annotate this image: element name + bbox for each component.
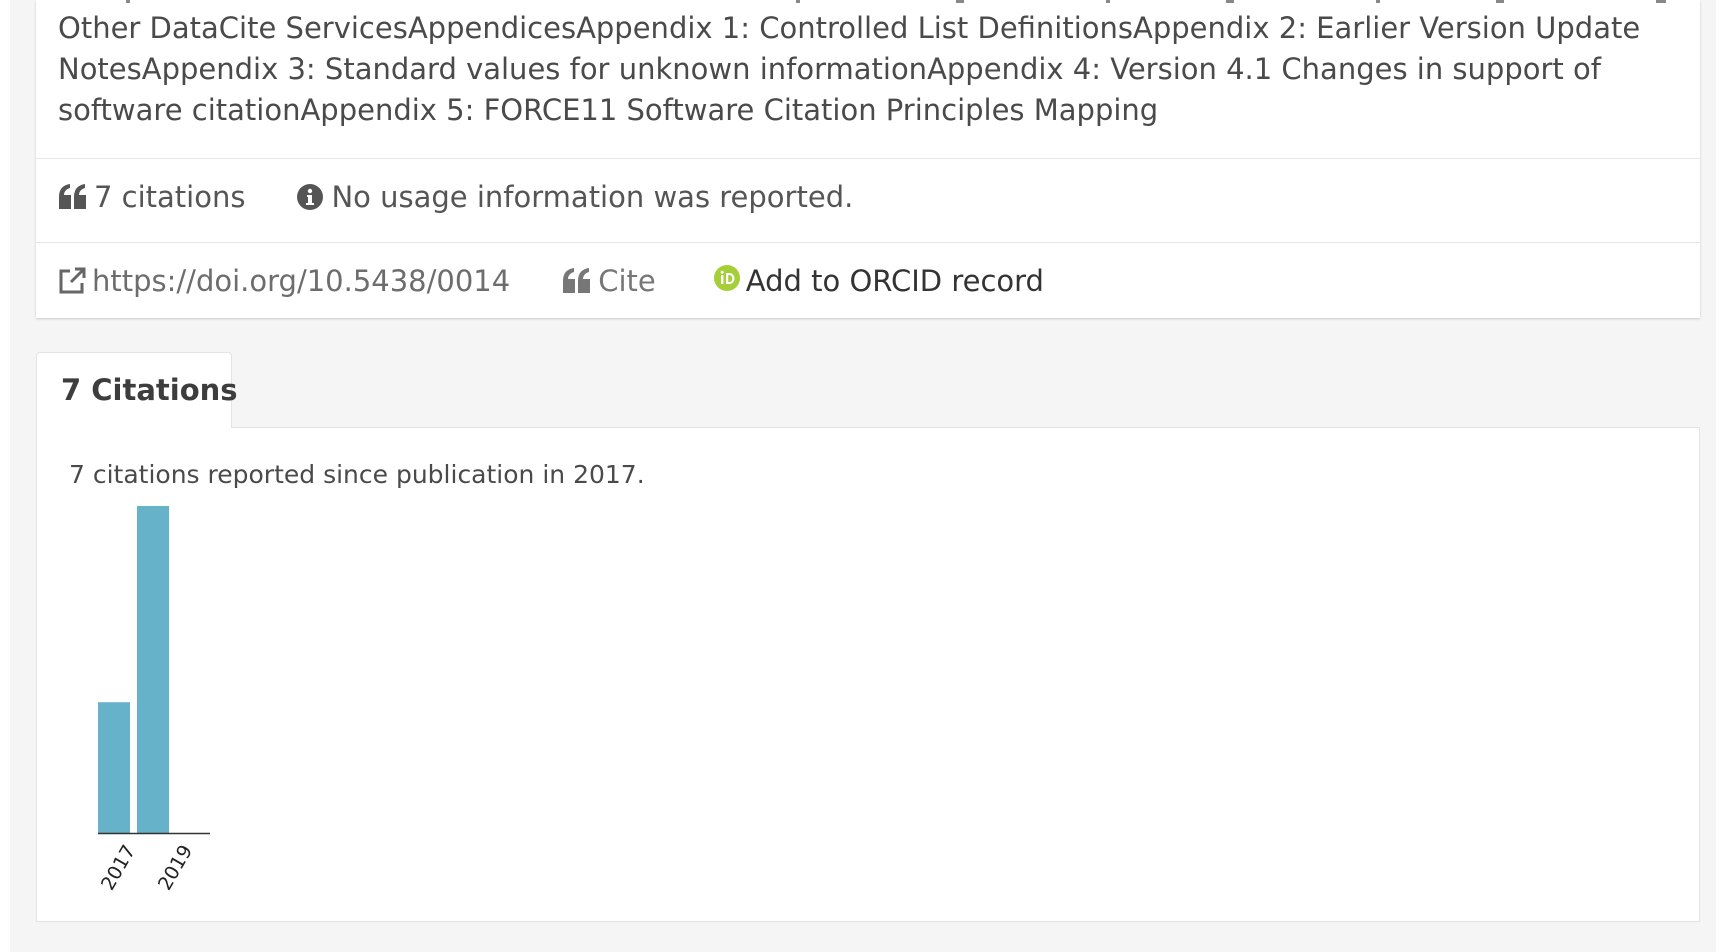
orcid-icon bbox=[713, 265, 740, 291]
bar-2018 bbox=[137, 506, 169, 833]
add-to-orcid-button[interactable]: Add to ORCID record bbox=[713, 264, 1044, 298]
x-tick-label: 2017 bbox=[97, 841, 140, 894]
doi-link[interactable]: https://doi.org/10.5438/0014 bbox=[58, 264, 510, 298]
citations-summary: 7 citations reported since publication i… bbox=[69, 460, 645, 489]
doi-url: https://doi.org/10.5438/0014 bbox=[92, 264, 511, 298]
usage-metric: No usage information was reported. bbox=[297, 180, 853, 214]
divider bbox=[36, 158, 1700, 159]
tab-citations-label: 7 Citations bbox=[61, 373, 238, 407]
work-card: Other DataCite ServicesAppendicesAppendi… bbox=[36, 0, 1700, 318]
citations-panel: 7 citations reported since publication i… bbox=[36, 427, 1700, 922]
citations-count: 7 citations bbox=[94, 180, 246, 214]
orcid-label: Add to ORCID record bbox=[745, 264, 1044, 298]
x-tick-label: 2019 bbox=[154, 841, 197, 894]
bar-2017 bbox=[98, 702, 130, 833]
citations-metric: 7 citations bbox=[58, 180, 245, 214]
quote-left-icon bbox=[59, 184, 86, 209]
quote-left-icon bbox=[563, 268, 591, 293]
cite-label: Cite bbox=[598, 264, 656, 298]
metrics-row: 7 citations No usage information was rep… bbox=[58, 177, 853, 217]
description-text: Other DataCite ServicesAppendicesAppendi… bbox=[58, 11, 1641, 127]
info-circle-icon bbox=[297, 184, 324, 210]
divider bbox=[36, 242, 1700, 243]
clipped-text-fragments bbox=[126, 0, 1666, 3]
citations-chart: 2017 2019 bbox=[97, 506, 210, 894]
tab-citations[interactable]: 7 Citations bbox=[36, 352, 238, 428]
actions-row: https://doi.org/10.5438/0014 Cite Add to… bbox=[58, 261, 1044, 301]
external-link-icon bbox=[59, 267, 86, 294]
usage-text: No usage information was reported. bbox=[331, 180, 854, 214]
cite-button[interactable]: Cite bbox=[562, 264, 656, 298]
